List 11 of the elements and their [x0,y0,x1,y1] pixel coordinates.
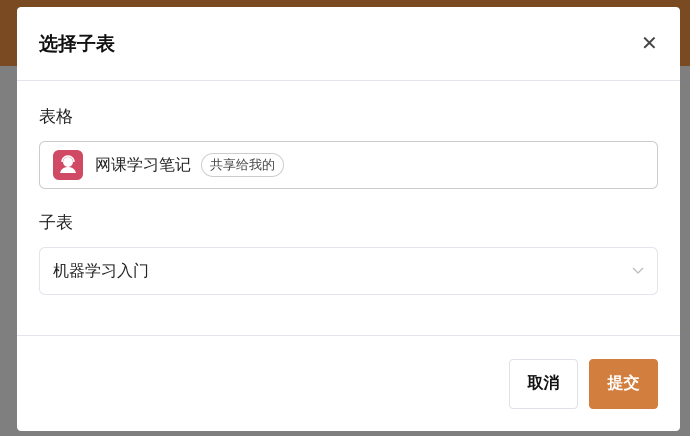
field-label: 子表 [39,212,73,234]
chevron-down-icon [632,267,644,275]
field-label: 表格 [39,106,73,128]
table-name: 网课学习笔记 [95,154,191,176]
subtable-select[interactable]: 机器学习入门 [39,247,658,295]
shared-tag: 共享给我的 [201,153,284,177]
person-headset-icon [53,150,83,180]
dialog-title: 选择子表 [39,32,115,56]
cancel-button[interactable]: 取消 [509,358,578,408]
close-button[interactable]: ✕ [641,31,658,56]
table-field[interactable]: 网课学习笔记 共享给我的 [39,141,658,189]
